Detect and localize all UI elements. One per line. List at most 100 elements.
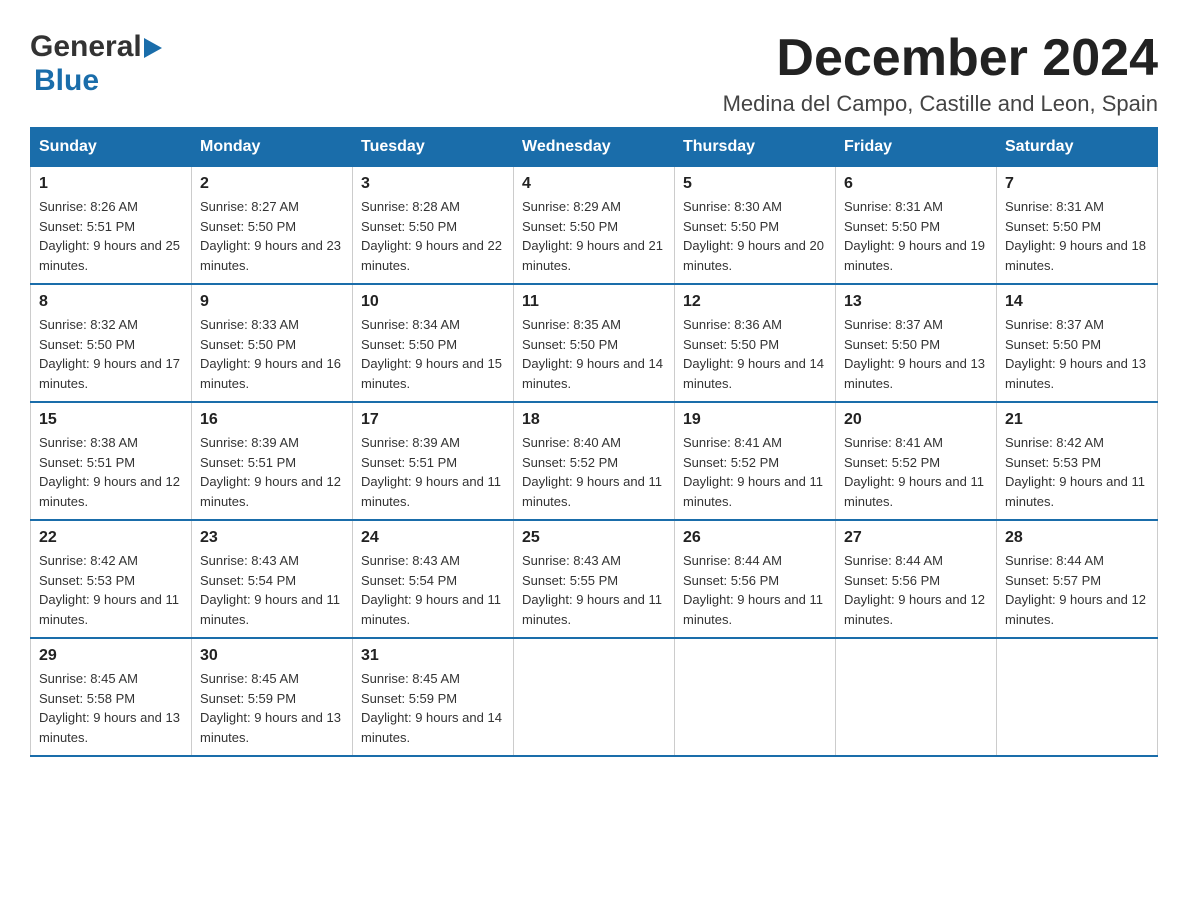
- day-info: Sunrise: 8:29 AMSunset: 5:50 PMDaylight:…: [522, 199, 663, 273]
- calendar-cell: 8 Sunrise: 8:32 AMSunset: 5:50 PMDayligh…: [31, 284, 192, 402]
- day-number: 15: [39, 411, 183, 429]
- day-number: 29: [39, 647, 183, 665]
- weekday-sunday: Sunday: [31, 128, 192, 167]
- day-info: Sunrise: 8:33 AMSunset: 5:50 PMDaylight:…: [200, 317, 341, 391]
- day-number: 9: [200, 293, 344, 311]
- day-number: 16: [200, 411, 344, 429]
- day-number: 21: [1005, 411, 1149, 429]
- calendar-cell: 15 Sunrise: 8:38 AMSunset: 5:51 PMDaylig…: [31, 402, 192, 520]
- calendar-cell: 30 Sunrise: 8:45 AMSunset: 5:59 PMDaylig…: [192, 638, 353, 756]
- month-title: December 2024: [723, 30, 1158, 87]
- calendar-cell: 1 Sunrise: 8:26 AMSunset: 5:51 PMDayligh…: [31, 167, 192, 285]
- day-info: Sunrise: 8:42 AMSunset: 5:53 PMDaylight:…: [1005, 435, 1145, 509]
- day-number: 8: [39, 293, 183, 311]
- day-info: Sunrise: 8:35 AMSunset: 5:50 PMDaylight:…: [522, 317, 663, 391]
- day-info: Sunrise: 8:43 AMSunset: 5:54 PMDaylight:…: [361, 553, 501, 627]
- calendar-cell: 23 Sunrise: 8:43 AMSunset: 5:54 PMDaylig…: [192, 520, 353, 638]
- calendar-cell: 3 Sunrise: 8:28 AMSunset: 5:50 PMDayligh…: [353, 167, 514, 285]
- calendar-cell: [836, 638, 997, 756]
- day-number: 20: [844, 411, 988, 429]
- title-area: December 2024 Medina del Campo, Castille…: [723, 30, 1158, 117]
- calendar-cell: 22 Sunrise: 8:42 AMSunset: 5:53 PMDaylig…: [31, 520, 192, 638]
- calendar-cell: 13 Sunrise: 8:37 AMSunset: 5:50 PMDaylig…: [836, 284, 997, 402]
- calendar-cell: 17 Sunrise: 8:39 AMSunset: 5:51 PMDaylig…: [353, 402, 514, 520]
- day-info: Sunrise: 8:37 AMSunset: 5:50 PMDaylight:…: [844, 317, 985, 391]
- day-info: Sunrise: 8:40 AMSunset: 5:52 PMDaylight:…: [522, 435, 662, 509]
- calendar-cell: 21 Sunrise: 8:42 AMSunset: 5:53 PMDaylig…: [997, 402, 1158, 520]
- calendar-cell: 28 Sunrise: 8:44 AMSunset: 5:57 PMDaylig…: [997, 520, 1158, 638]
- day-info: Sunrise: 8:39 AMSunset: 5:51 PMDaylight:…: [361, 435, 501, 509]
- calendar-cell: 16 Sunrise: 8:39 AMSunset: 5:51 PMDaylig…: [192, 402, 353, 520]
- day-info: Sunrise: 8:30 AMSunset: 5:50 PMDaylight:…: [683, 199, 824, 273]
- calendar-table: SundayMondayTuesdayWednesdayThursdayFrid…: [30, 127, 1158, 757]
- weekday-wednesday: Wednesday: [514, 128, 675, 167]
- weekday-tuesday: Tuesday: [353, 128, 514, 167]
- calendar-cell: 19 Sunrise: 8:41 AMSunset: 5:52 PMDaylig…: [675, 402, 836, 520]
- calendar-cell: 6 Sunrise: 8:31 AMSunset: 5:50 PMDayligh…: [836, 167, 997, 285]
- day-info: Sunrise: 8:42 AMSunset: 5:53 PMDaylight:…: [39, 553, 179, 627]
- day-info: Sunrise: 8:32 AMSunset: 5:50 PMDaylight:…: [39, 317, 180, 391]
- calendar-cell: 7 Sunrise: 8:31 AMSunset: 5:50 PMDayligh…: [997, 167, 1158, 285]
- calendar-cell: 18 Sunrise: 8:40 AMSunset: 5:52 PMDaylig…: [514, 402, 675, 520]
- day-info: Sunrise: 8:31 AMSunset: 5:50 PMDaylight:…: [1005, 199, 1146, 273]
- calendar-cell: 14 Sunrise: 8:37 AMSunset: 5:50 PMDaylig…: [997, 284, 1158, 402]
- logo-triangle-icon: [144, 38, 166, 60]
- day-info: Sunrise: 8:37 AMSunset: 5:50 PMDaylight:…: [1005, 317, 1146, 391]
- calendar-cell: [675, 638, 836, 756]
- day-info: Sunrise: 8:41 AMSunset: 5:52 PMDaylight:…: [683, 435, 823, 509]
- calendar-cell: 31 Sunrise: 8:45 AMSunset: 5:59 PMDaylig…: [353, 638, 514, 756]
- day-info: Sunrise: 8:43 AMSunset: 5:55 PMDaylight:…: [522, 553, 662, 627]
- logo-blue-text: Blue: [34, 64, 99, 97]
- day-info: Sunrise: 8:44 AMSunset: 5:57 PMDaylight:…: [1005, 553, 1146, 627]
- calendar-cell: 4 Sunrise: 8:29 AMSunset: 5:50 PMDayligh…: [514, 167, 675, 285]
- week-row-5: 29 Sunrise: 8:45 AMSunset: 5:58 PMDaylig…: [31, 638, 1158, 756]
- day-number: 22: [39, 529, 183, 547]
- weekday-saturday: Saturday: [997, 128, 1158, 167]
- day-info: Sunrise: 8:28 AMSunset: 5:50 PMDaylight:…: [361, 199, 502, 273]
- day-number: 10: [361, 293, 505, 311]
- day-info: Sunrise: 8:45 AMSunset: 5:58 PMDaylight:…: [39, 671, 180, 745]
- day-number: 11: [522, 293, 666, 311]
- day-number: 12: [683, 293, 827, 311]
- day-info: Sunrise: 8:36 AMSunset: 5:50 PMDaylight:…: [683, 317, 824, 391]
- day-number: 4: [522, 175, 666, 193]
- week-row-2: 8 Sunrise: 8:32 AMSunset: 5:50 PMDayligh…: [31, 284, 1158, 402]
- day-info: Sunrise: 8:26 AMSunset: 5:51 PMDaylight:…: [39, 199, 180, 273]
- calendar-cell: 5 Sunrise: 8:30 AMSunset: 5:50 PMDayligh…: [675, 167, 836, 285]
- calendar-cell: 2 Sunrise: 8:27 AMSunset: 5:50 PMDayligh…: [192, 167, 353, 285]
- day-info: Sunrise: 8:31 AMSunset: 5:50 PMDaylight:…: [844, 199, 985, 273]
- calendar-cell: 9 Sunrise: 8:33 AMSunset: 5:50 PMDayligh…: [192, 284, 353, 402]
- calendar-cell: 29 Sunrise: 8:45 AMSunset: 5:58 PMDaylig…: [31, 638, 192, 756]
- week-row-1: 1 Sunrise: 8:26 AMSunset: 5:51 PMDayligh…: [31, 167, 1158, 285]
- calendar-cell: 12 Sunrise: 8:36 AMSunset: 5:50 PMDaylig…: [675, 284, 836, 402]
- week-row-3: 15 Sunrise: 8:38 AMSunset: 5:51 PMDaylig…: [31, 402, 1158, 520]
- day-info: Sunrise: 8:43 AMSunset: 5:54 PMDaylight:…: [200, 553, 340, 627]
- calendar-cell: 11 Sunrise: 8:35 AMSunset: 5:50 PMDaylig…: [514, 284, 675, 402]
- day-number: 31: [361, 647, 505, 665]
- location-title: Medina del Campo, Castille and Leon, Spa…: [723, 91, 1158, 117]
- day-info: Sunrise: 8:38 AMSunset: 5:51 PMDaylight:…: [39, 435, 180, 509]
- day-info: Sunrise: 8:44 AMSunset: 5:56 PMDaylight:…: [683, 553, 823, 627]
- day-number: 5: [683, 175, 827, 193]
- logo: General Blue: [30, 30, 166, 98]
- day-info: Sunrise: 8:34 AMSunset: 5:50 PMDaylight:…: [361, 317, 502, 391]
- weekday-friday: Friday: [836, 128, 997, 167]
- calendar-cell: 25 Sunrise: 8:43 AMSunset: 5:55 PMDaylig…: [514, 520, 675, 638]
- day-number: 19: [683, 411, 827, 429]
- page-header: General Blue December 2024 Medina del Ca…: [30, 30, 1158, 117]
- day-number: 3: [361, 175, 505, 193]
- week-row-4: 22 Sunrise: 8:42 AMSunset: 5:53 PMDaylig…: [31, 520, 1158, 638]
- day-info: Sunrise: 8:41 AMSunset: 5:52 PMDaylight:…: [844, 435, 984, 509]
- day-number: 26: [683, 529, 827, 547]
- calendar-cell: 20 Sunrise: 8:41 AMSunset: 5:52 PMDaylig…: [836, 402, 997, 520]
- day-number: 17: [361, 411, 505, 429]
- calendar-cell: [997, 638, 1158, 756]
- day-info: Sunrise: 8:27 AMSunset: 5:50 PMDaylight:…: [200, 199, 341, 273]
- day-number: 7: [1005, 175, 1149, 193]
- day-info: Sunrise: 8:45 AMSunset: 5:59 PMDaylight:…: [361, 671, 502, 745]
- calendar-cell: 10 Sunrise: 8:34 AMSunset: 5:50 PMDaylig…: [353, 284, 514, 402]
- weekday-monday: Monday: [192, 128, 353, 167]
- weekday-thursday: Thursday: [675, 128, 836, 167]
- calendar-cell: [514, 638, 675, 756]
- day-number: 27: [844, 529, 988, 547]
